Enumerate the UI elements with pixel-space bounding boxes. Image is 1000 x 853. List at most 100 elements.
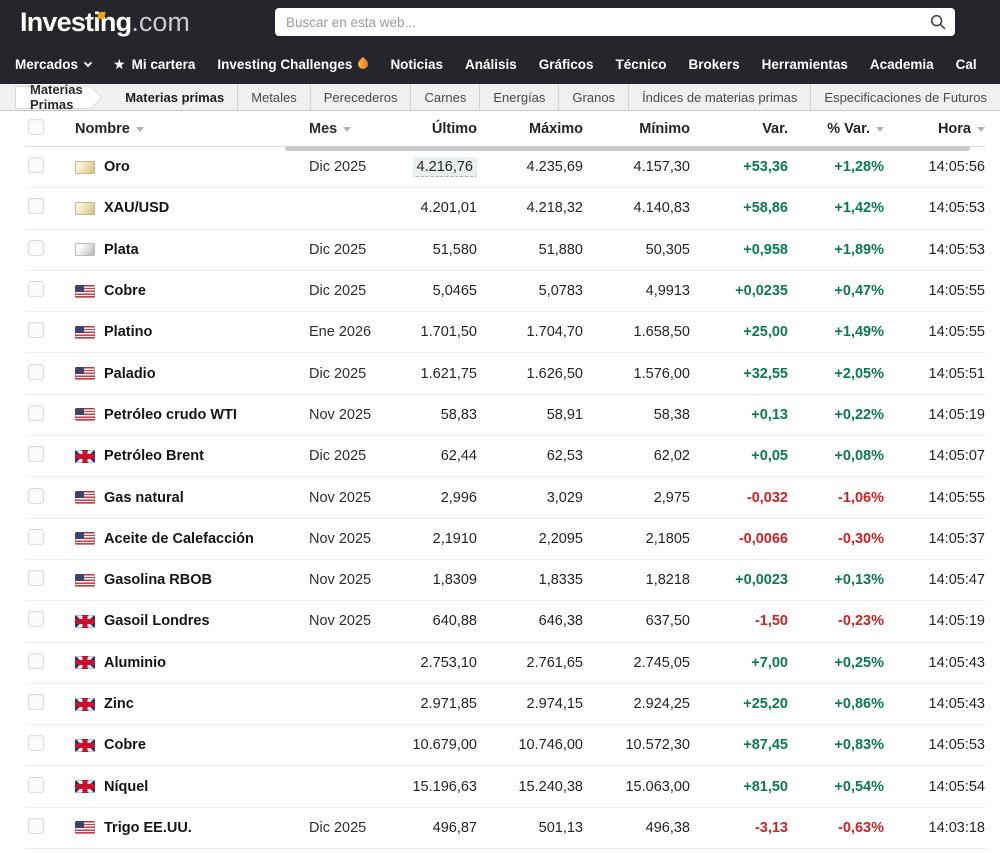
column-header-minimo[interactable]: Mínimo [583,121,690,137]
row-checkbox[interactable] [28,405,44,421]
instrument-name[interactable]: Oro [104,159,130,175]
table-row[interactable]: Zinc2.971,852.974,152.924,25+25,20+0,86%… [25,684,985,725]
column-header-pct-var[interactable]: % Var. [788,121,884,137]
instrument-name[interactable]: Aluminio [104,655,166,671]
table-row[interactable]: PlatinoEne 20261.701,501.704,701.658,50+… [25,312,985,353]
column-header-hora[interactable]: Hora [884,121,985,137]
subnav-item-label: Metales [251,90,297,105]
instrument-name[interactable]: Paladio [104,366,156,382]
column-header-var[interactable]: Var. [690,121,788,137]
subnav-item-materias-primas[interactable]: Materias primas [112,84,237,110]
instrument-name[interactable]: Gasolina RBOB [104,572,212,588]
select-all-checkbox[interactable] [28,119,44,135]
last-price-cell: 62,44 [385,448,477,464]
instrument-name[interactable]: Níquel [104,779,148,795]
time-cell: 14:05:56 [884,159,985,175]
table-row[interactable]: Petróleo crudo WTINov 202558,8358,9158,3… [25,395,985,436]
uk-flag-icon [75,739,95,752]
instrument-name[interactable]: Trigo EE.UU. [104,820,192,836]
row-checkbox[interactable] [28,611,44,627]
row-checkbox[interactable] [28,818,44,834]
table-row[interactable]: Trigo EE.UU.Dic 2025496,87501,13496,38-3… [25,808,985,849]
instrument-name[interactable]: Plata [104,242,139,258]
horizontal-scrollbar-thumb[interactable] [285,146,970,151]
instrument-name[interactable]: Aceite de Calefacción [104,531,254,547]
instrument-name[interactable]: Zinc [104,696,134,712]
instrument-name[interactable]: Gas natural [104,490,184,506]
table-row[interactable]: CobreDic 20255,04655,07834,9913+0,0235+0… [25,271,985,312]
table-row[interactable]: Aluminio2.753,102.761,652.745,05+7,00+0,… [25,643,985,684]
subnav-item-granos[interactable]: Granos [558,84,628,110]
table-row[interactable]: XAU/USD4.201,014.218,324.140,83+58,86+1,… [25,188,985,229]
nav-item-graficos[interactable]: Gráficos [528,57,605,72]
nav-item-academia[interactable]: Academia [859,57,945,72]
nav-item-tecnico[interactable]: Técnico [605,57,678,72]
row-checkbox[interactable] [28,529,44,545]
row-checkbox[interactable] [28,281,44,297]
row-checkbox[interactable] [28,198,44,214]
table-row[interactable]: PlataDic 202551,58051,88050,305+0,958+1,… [25,230,985,271]
uk-flag-icon [75,656,95,669]
change-cell: +53,36 [690,159,788,175]
instrument-name[interactable]: Petróleo Brent [104,448,204,464]
search-bar [275,8,955,36]
nav-item-herramientas[interactable]: Herramientas [751,57,859,72]
table-row[interactable]: Petróleo BrentDic 202562,4462,5362,02+0,… [25,436,985,477]
row-checkbox[interactable] [28,570,44,586]
change-percent-cell: +0,86% [788,696,884,712]
table-row[interactable]: Cobre10.679,0010.746,0010.572,30+87,45+0… [25,725,985,766]
row-checkbox[interactable] [28,157,44,173]
table-row[interactable]: Aceite de CalefacciónNov 20252,19102,209… [25,519,985,560]
subnav-item-indices-de-materias-primas[interactable]: Índices de materias primas [628,84,810,110]
instrument-name[interactable]: XAU/USD [104,200,169,216]
row-checkbox[interactable] [28,653,44,669]
row-checkbox[interactable] [28,694,44,710]
instrument-name[interactable]: Cobre [104,737,146,753]
table-row[interactable]: Gas naturalNov 20252,9963,0292,975-0,032… [25,477,985,518]
instrument-name[interactable]: Platino [104,324,152,340]
subnav-item-energias[interactable]: Energías [479,84,558,110]
nav-item-mercados[interactable]: Mercados [4,57,102,72]
subnav-item-carnes[interactable]: Carnes [410,84,479,110]
nav-item-mi-cartera[interactable]: ★Mi cartera [102,57,206,72]
column-label: Var. [762,121,788,137]
column-header-nombre[interactable]: Nombre [75,121,297,137]
row-checkbox[interactable] [28,322,44,338]
row-checkbox-cell [25,735,75,755]
row-checkbox[interactable] [28,735,44,751]
table-row[interactable]: Níquel15.196,6315.240,3815.063,00+81,50+… [25,766,985,807]
investing-logo[interactable]: Investing.com [12,9,190,36]
subnav-item-especificaciones-de-futuros[interactable]: Especificaciones de Futuros [810,84,1000,110]
table-row[interactable]: PaladioDic 20251.621,751.626,501.576,00+… [25,353,985,394]
instrument-name[interactable]: Petróleo crudo WTI [104,407,237,423]
row-checkbox[interactable] [28,777,44,793]
search-icon[interactable] [929,13,947,31]
change-percent-cell: -0,30% [788,531,884,547]
table-row[interactable]: Gasolina RBOBNov 20251,83091,83351,8218+… [25,560,985,601]
nav-item-analisis[interactable]: Análisis [454,57,528,72]
row-checkbox[interactable] [28,446,44,462]
row-checkbox[interactable] [28,488,44,504]
change-cell: -0,032 [690,490,788,506]
search-input[interactable] [275,8,955,36]
column-header-maximo[interactable]: Máximo [477,121,583,137]
nav-item-brokers[interactable]: Brokers [678,57,751,72]
instrument-name[interactable]: Gasoil Londres [104,613,210,629]
time-cell: 14:05:37 [884,531,985,547]
row-checkbox-cell [25,777,75,797]
table-row[interactable]: Gasoil LondresNov 2025640,88646,38637,50… [25,601,985,642]
row-checkbox-cell [25,488,75,508]
row-checkbox[interactable] [28,364,44,380]
nav-item-cal[interactable]: Cal [945,57,988,72]
instrument-name[interactable]: Cobre [104,283,146,299]
row-checkbox[interactable] [28,240,44,256]
breadcrumb-tab-materias-primas[interactable]: Materias Primas [15,86,90,109]
nav-item-investing-challenges[interactable]: Investing Challenges [206,57,379,72]
table-row[interactable]: OroDic 20254.216,764.235,694.157,30+53,3… [25,147,985,188]
subnav-item-perecederos[interactable]: Perecederos [310,84,411,110]
column-header-mes[interactable]: Mes [297,121,385,137]
sort-arrow-icon [876,127,884,132]
column-header-ultimo[interactable]: Último [385,121,477,137]
subnav-item-metales[interactable]: Metales [237,84,310,110]
nav-item-noticias[interactable]: Noticias [379,57,454,72]
